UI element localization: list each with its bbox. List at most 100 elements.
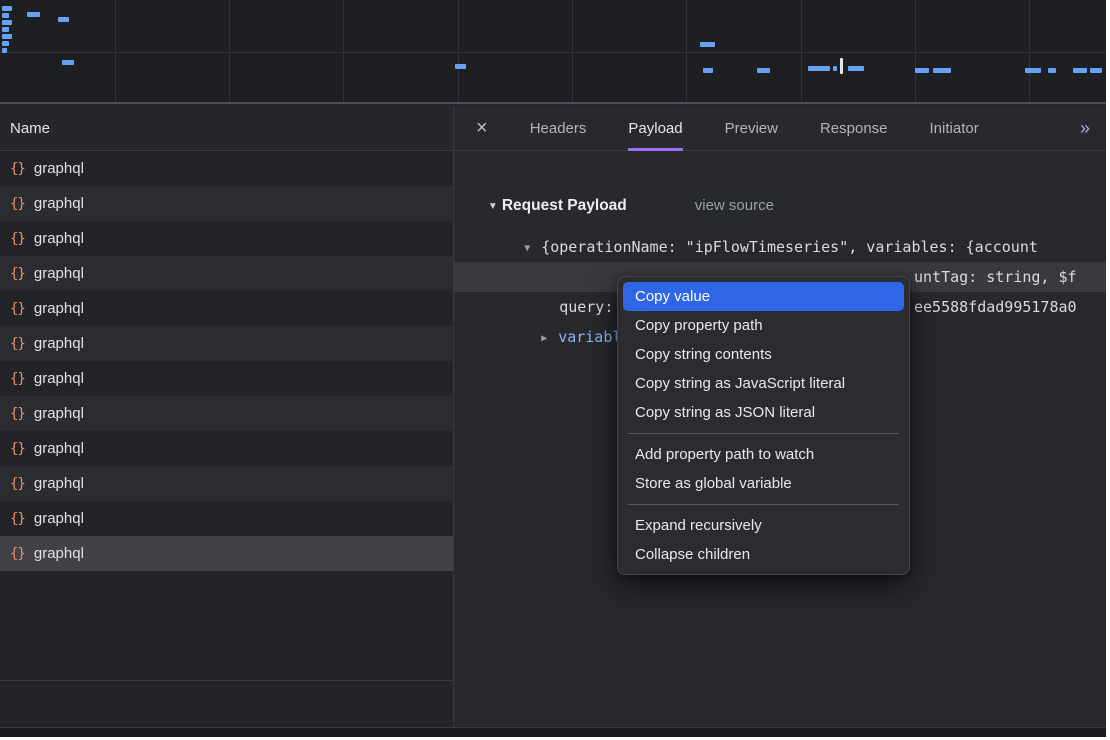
menu-item-copy-string-as-json-literal[interactable]: Copy string as JSON literal	[623, 398, 904, 427]
request-name: graphql	[34, 230, 84, 247]
timeline-overview[interactable]	[0, 0, 1106, 104]
request-row[interactable]: {} graphql	[0, 431, 453, 466]
request-row[interactable]: {} graphql	[0, 326, 453, 361]
menu-item-copy-string-as-javascript-literal[interactable]: Copy string as JavaScript literal	[623, 369, 904, 398]
json-braces-icon: {}	[10, 301, 25, 317]
request-name: graphql	[34, 370, 84, 387]
json-braces-icon: {}	[10, 371, 25, 387]
timeline-activity-bar	[2, 27, 9, 32]
json-braces-icon: {}	[10, 476, 25, 492]
menu-item-expand-recursively[interactable]: Expand recursively	[623, 511, 904, 540]
request-payload-header: ▼Request Payloadview source	[462, 164, 774, 192]
timeline-activity-bar	[1073, 68, 1087, 73]
menu-item-add-property-path-to-watch[interactable]: Add property path to watch	[623, 440, 904, 469]
timeline-gridline	[915, 0, 916, 102]
property-value-right: untTag: string, $f	[914, 262, 1077, 292]
request-row[interactable]: {} graphql	[0, 256, 453, 291]
timeline-activity-bar	[833, 66, 837, 71]
timeline-gridline	[458, 0, 459, 102]
timeline-gridline	[1029, 0, 1030, 102]
menu-item-copy-value[interactable]: Copy value	[623, 282, 904, 311]
timeline-gridline	[0, 52, 1106, 53]
timeline-activity-bar	[757, 68, 770, 73]
timeline-gridline	[686, 0, 687, 102]
request-name: graphql	[34, 405, 84, 422]
timeline-gridline	[115, 0, 116, 102]
request-row[interactable]: {} graphql	[0, 221, 453, 256]
timeline-activity-bar	[700, 42, 715, 47]
timeline-activity-bar	[1025, 68, 1041, 73]
request-name: graphql	[34, 265, 84, 282]
request-list-panel: Name {} graphql {} graphql {} graphql {} graphq…	[0, 106, 453, 727]
timeline-activity-bar	[703, 68, 713, 73]
timeline-activity-bar	[455, 64, 466, 69]
request-name: graphql	[34, 510, 84, 527]
menu-item-copy-string-contents[interactable]: Copy string contents	[623, 340, 904, 369]
more-tabs-icon[interactable]: »	[1080, 106, 1090, 151]
timeline-activity-bar	[62, 60, 74, 65]
tab-headers[interactable]: Headers	[530, 106, 587, 151]
payload-row-operation-name[interactable]: operationName: "ipFlowTimeseries"	[454, 232, 1106, 262]
request-name: graphql	[34, 300, 84, 317]
timeline-activity-bar	[27, 12, 40, 17]
timeline-activity-bar	[840, 58, 843, 74]
request-row[interactable]: {} graphql	[0, 186, 453, 221]
payload-root-row[interactable]: ▼{operationName: "ipFlowTimeseries", var…	[454, 202, 1106, 232]
request-row[interactable]: {} graphql	[0, 536, 453, 571]
menu-separator	[628, 504, 899, 505]
request-row[interactable]: {} graphql	[0, 396, 453, 431]
property-value-right: ee5588fdad995178a0	[914, 292, 1077, 322]
tab-response[interactable]: Response	[820, 106, 888, 151]
timeline-activity-bar	[2, 48, 7, 53]
request-row[interactable]: {} graphql	[0, 291, 453, 326]
json-braces-icon: {}	[10, 546, 25, 562]
context-menu: Copy valueCopy property pathCopy string …	[617, 276, 910, 575]
close-icon[interactable]: ×	[476, 106, 488, 151]
devtools-window: Name {} graphql {} graphql {} graphql {} graphq…	[0, 0, 1106, 737]
timeline-activity-bar	[1048, 68, 1056, 73]
timeline-activity-bar	[808, 66, 830, 71]
list-bottom-divider	[0, 680, 453, 681]
timeline-activity-bar	[2, 41, 9, 46]
column-header-name[interactable]: Name	[0, 106, 453, 151]
statusbar-strip	[0, 727, 1106, 737]
json-braces-icon: {}	[10, 266, 25, 282]
menu-item-collapse-children[interactable]: Collapse children	[623, 540, 904, 569]
timeline-gridline	[572, 0, 573, 102]
timeline-gridline	[229, 0, 230, 102]
request-name: graphql	[34, 440, 84, 457]
request-row[interactable]: {} graphql	[0, 466, 453, 501]
json-braces-icon: {}	[10, 511, 25, 527]
tab-bar: × Headers Payload Preview Response Initiator…	[454, 106, 1106, 151]
json-braces-icon: {}	[10, 196, 25, 212]
request-name: graphql	[34, 160, 84, 177]
menu-item-copy-property-path[interactable]: Copy property path	[623, 311, 904, 340]
tab-initiator[interactable]: Initiator	[930, 106, 979, 151]
expand-arrow-icon[interactable]: ▶	[541, 324, 558, 354]
request-name: graphql	[34, 475, 84, 492]
tabs-container: Headers Payload Preview Response Initiator	[530, 106, 979, 151]
timeline-activity-bar	[2, 20, 12, 25]
timeline-activity-bar	[58, 17, 69, 22]
tab-preview[interactable]: Preview	[725, 106, 778, 151]
timeline-activity-bar	[2, 6, 12, 11]
timeline-activity-bar	[915, 68, 929, 73]
request-row[interactable]: {} graphql	[0, 361, 453, 396]
request-row[interactable]: {} graphql	[0, 151, 453, 186]
request-name: graphql	[34, 335, 84, 352]
json-braces-icon: {}	[10, 406, 25, 422]
request-name: graphql	[34, 195, 84, 212]
json-braces-icon: {}	[10, 161, 25, 177]
request-name: graphql	[34, 545, 84, 562]
menu-item-store-as-global-variable[interactable]: Store as global variable	[623, 469, 904, 498]
timeline-activity-bar	[848, 66, 864, 71]
json-braces-icon: {}	[10, 336, 25, 352]
tab-payload[interactable]: Payload	[628, 106, 682, 151]
json-braces-icon: {}	[10, 231, 25, 247]
menu-separator	[628, 433, 899, 434]
json-braces-icon: {}	[10, 441, 25, 457]
timeline-activity-bar	[1090, 68, 1102, 73]
request-row[interactable]: {} graphql	[0, 501, 453, 536]
timeline-activity-bar	[933, 68, 951, 73]
timeline-gridline	[343, 0, 344, 102]
